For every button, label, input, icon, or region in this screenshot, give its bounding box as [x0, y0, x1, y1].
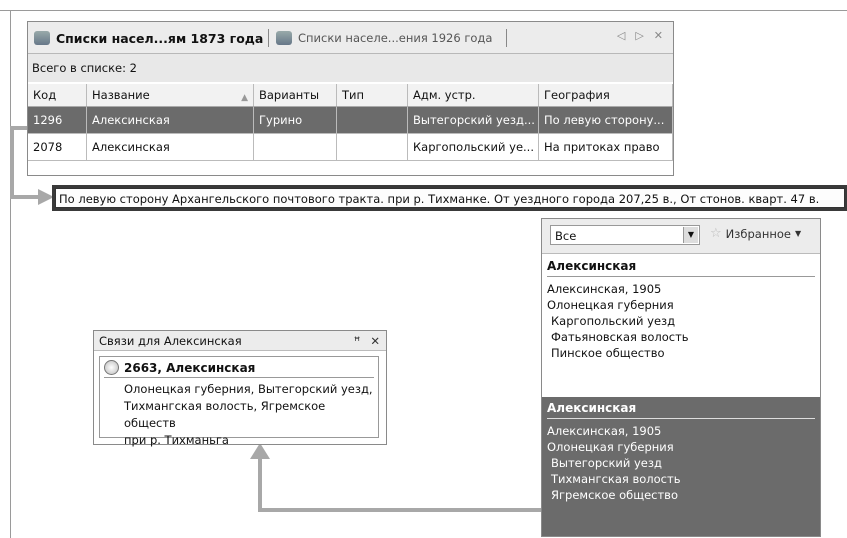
tab-strip: Списки насел...ям 1873 года Списки насел…	[28, 22, 673, 54]
variant-card-title: Алексинская	[547, 259, 815, 277]
links-window-controls: ꟸ ✕	[354, 331, 380, 351]
chevron-down-icon: ▼	[794, 229, 802, 238]
links-window-title: Связи для Алексинская	[99, 334, 242, 348]
variant-line: Пинское общество	[551, 346, 665, 360]
variant-card-selected[interactable]: Алексинская Алексинская, 1905 Олонецкая …	[542, 397, 820, 536]
tab-separator	[506, 29, 507, 47]
link-record-title: 2663, Алексинская	[124, 360, 256, 375]
favorites-label: Избранное	[725, 226, 791, 241]
links-window: Связи для Алексинская ꟸ ✕ 2663, Алексинс…	[93, 330, 387, 447]
geography-tooltip: По левую сторону Архангельского почтовог…	[55, 188, 845, 208]
tab-1926-label: Списки населе...ения 1926 года	[298, 31, 493, 45]
variants-toolbar: Все ▼ ☆ Избранное ▼	[542, 219, 820, 254]
tab-close-icon[interactable]: ✕	[654, 29, 663, 42]
cell-code: 2078	[28, 133, 87, 161]
variant-line: Фатьяновская волость	[551, 330, 689, 344]
table-row[interactable]: 1296 Алексинская Гурино Вытегорский уезд…	[28, 106, 673, 134]
column-header-variants[interactable]: Варианты	[253, 84, 337, 107]
link-record-line: Олонецкая губерния, Вытегорский уезд,	[124, 382, 373, 396]
cell-type	[336, 133, 408, 161]
variant-card[interactable]: Алексинская Алексинская, 1905 Олонецкая …	[542, 255, 820, 401]
links-window-header: Связи для Алексинская ꟸ ✕	[94, 331, 386, 351]
variant-line: Олонецкая губерния	[547, 440, 674, 454]
chevron-down-icon[interactable]: ▼	[683, 227, 698, 243]
filter-select-value: Все	[555, 229, 577, 243]
link-record-header: 2663, Алексинская	[104, 360, 374, 378]
settlement-table: Код Название ▲ Варианты Тип Адм. устр. Ге…	[28, 84, 673, 161]
cell-variants	[253, 133, 337, 161]
tab-controls: ◁ ▷ ✕	[617, 29, 663, 42]
variant-card-title: Алексинская	[547, 401, 815, 419]
sort-asc-icon: ▲	[241, 92, 248, 103]
settlement-list-window: Списки насел...ям 1873 года Списки насел…	[27, 21, 674, 176]
database-icon	[34, 31, 50, 45]
link-record-text: Олонецкая губерния, Вытегорский уезд, Ти…	[104, 381, 374, 449]
column-header-admin[interactable]: Адм. устр.	[407, 84, 539, 107]
variant-line: Каргопольский уезд	[551, 314, 676, 328]
close-icon[interactable]: ✕	[370, 331, 380, 351]
table-row[interactable]: 2078 Алексинская Каргопольский уе... На …	[28, 133, 673, 161]
tab-1873[interactable]: Списки насел...ям 1873 года	[34, 26, 263, 50]
star-icon: ☆	[710, 226, 722, 241]
cell-name: Алексинская	[86, 133, 254, 161]
cell-type	[336, 106, 408, 134]
cell-admin: Вытегорский уезд...	[407, 106, 539, 134]
cell-code: 1296	[28, 106, 87, 134]
tab-next-icon[interactable]: ▷	[635, 29, 643, 42]
link-record-line: Тихмангская волость, Ягремское обществ	[124, 399, 326, 430]
variant-line: Тихмангская волость	[551, 472, 681, 486]
table-header-row: Код Название ▲ Варианты Тип Адм. устр. Ге…	[28, 84, 673, 107]
variant-line: Ягремское общество	[551, 488, 678, 502]
variants-panel: Все ▼ ☆ Избранное ▼ Алексинская Алексинс…	[541, 218, 821, 537]
tab-prev-icon[interactable]: ◁	[617, 29, 625, 42]
cell-geography: На притоках право	[538, 133, 673, 161]
favorites-button[interactable]: ☆ Избранное ▼	[710, 226, 801, 241]
page-frame-left	[10, 10, 11, 538]
pin-icon[interactable]: ꟸ	[354, 331, 361, 351]
column-header-name-label: Название	[92, 87, 150, 102]
variant-line: Алексинская, 1905	[547, 282, 662, 296]
record-icon	[104, 360, 119, 375]
cell-admin: Каргопольский уе...	[407, 133, 539, 161]
cell-geography: По левую сторону...	[538, 106, 673, 134]
list-count: Всего в списке: 2	[28, 54, 673, 82]
column-header-type[interactable]: Тип	[336, 84, 408, 107]
filter-select[interactable]: Все ▼	[550, 225, 700, 245]
tab-separator	[268, 29, 269, 47]
column-header-geography[interactable]: География	[538, 84, 673, 107]
link-record-line: при р. Тихманьга	[124, 433, 229, 447]
tab-1873-label: Списки насел...ям 1873 года	[56, 30, 264, 46]
tab-1926[interactable]: Списки населе...ения 1926 года	[276, 26, 492, 50]
cell-name: Алексинская	[86, 106, 254, 134]
cell-variants: Гурино	[253, 106, 337, 134]
variant-line: Алексинская, 1905	[547, 424, 662, 438]
column-header-name[interactable]: Название ▲	[86, 84, 254, 107]
variant-line: Вытегорский уезд	[551, 456, 662, 470]
link-record[interactable]: 2663, Алексинская Олонецкая губерния, Вы…	[99, 356, 379, 447]
database-icon	[276, 31, 292, 45]
page-frame-top	[0, 10, 847, 11]
variant-line: Олонецкая губерния	[547, 298, 674, 312]
column-header-code[interactable]: Код	[28, 84, 87, 107]
